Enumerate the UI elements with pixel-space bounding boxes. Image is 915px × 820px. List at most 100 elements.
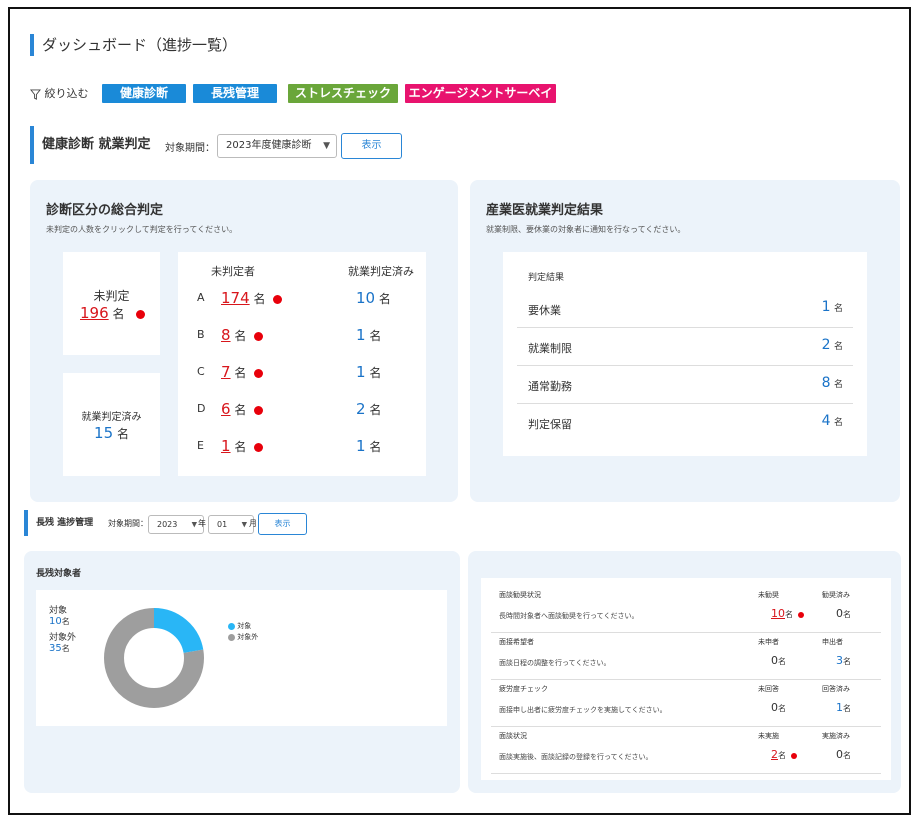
interview-row-title: 面談勧奨状況: [499, 591, 541, 599]
judged-summary-card: 就業判定済み 15 名: [63, 373, 160, 476]
grade-label: A: [197, 291, 205, 304]
health-section-title: 健康診断 就業判定: [30, 126, 151, 164]
unit-label: 名: [843, 751, 851, 760]
overtime-show-button[interactable]: 表示: [258, 513, 307, 535]
interview-col1-count[interactable]: 10: [771, 607, 785, 620]
alert-dot: [254, 369, 264, 378]
interview-col2-count: 0: [836, 607, 843, 620]
interview-row-title: 疲労度チェック: [499, 685, 548, 693]
legend-target: 対象: [228, 621, 251, 631]
judged-summary-label: 就業判定済み: [81, 412, 142, 423]
interview-col1-value: 0名: [771, 701, 786, 714]
other-label: 対象外: [49, 633, 77, 643]
interview-col1-count: 0: [771, 701, 778, 714]
unit-label: 名: [112, 307, 125, 321]
doctor-result-label: 通常勤務: [528, 380, 572, 393]
overall-judgement-subtitle: 未判定の人数をクリックして判定を行ってください。: [46, 225, 238, 234]
unit-label: 名: [833, 304, 843, 314]
overtime-targets-card: 対象 10名 対象外 35名 対象 対象外: [36, 590, 447, 726]
doctor-result-row: 就業制限 2 名: [517, 328, 853, 366]
interview-col2-header: 申出者: [822, 638, 843, 646]
interview-col1-header: 未回答: [758, 685, 779, 693]
interview-row: 面接希望者 面談日程の調整を行ってください。 未申者 申出者 0名 3名: [491, 633, 881, 680]
grade-unjudged-cell: 174 名: [221, 289, 283, 307]
interview-progress-card: 面談勧奨状況 長時間対象者へ面談勧奨を行ってください。 未勧奨 勧奨済み 10名 0名 面接…: [481, 578, 891, 780]
grade-row: D6 名2 名: [178, 400, 426, 420]
unit-label: 名: [234, 440, 247, 454]
grade-unjudged-count[interactable]: 7: [221, 363, 231, 381]
col-judged-header: 就業判定済み: [348, 265, 414, 278]
interview-col2-header: 勧奨済み: [822, 591, 850, 599]
grade-judged-count: 1: [356, 363, 366, 381]
interview-row-title: 面談状況: [499, 732, 527, 740]
legend-target-label: 対象: [237, 622, 252, 630]
chip-engagement-survey[interactable]: エンゲージメントサーベイ: [405, 84, 556, 103]
grade-unjudged-cell: 6 名: [221, 400, 264, 418]
grade-unjudged-cell: 1 名: [221, 437, 264, 455]
legend-dot-other: [228, 633, 235, 641]
month-value: 01: [217, 520, 228, 529]
unit-label: 名: [378, 292, 391, 306]
unit-label: 名: [778, 751, 786, 760]
target-label: 対象: [49, 606, 68, 616]
doctor-result-value: 4 名: [822, 413, 843, 429]
interview-row-title: 面接希望者: [499, 638, 534, 646]
doctor-result-row: 要休業 1 名: [517, 290, 853, 328]
year-value: 2023: [157, 520, 178, 529]
unit-label: 名: [369, 329, 382, 343]
dropdown-arrow-icon: ▼: [191, 520, 197, 528]
doctor-result-count: 2: [821, 337, 831, 353]
interview-col2-value: 1名: [836, 701, 851, 714]
alert-dot: [791, 752, 797, 759]
alert-dot: [254, 406, 264, 415]
unit-label: 名: [785, 610, 793, 619]
grade-unjudged-count[interactable]: 174: [221, 289, 250, 307]
health-show-button[interactable]: 表示: [341, 133, 402, 159]
interview-row: 面談状況 面談実施後、面談記録の登録を行ってください。 未実施 実施済み 2名 0名: [491, 727, 881, 774]
grade-unjudged-count[interactable]: 6: [221, 400, 231, 418]
interview-row-desc: 長時間対象者へ面談勧奨を行ってください。: [499, 612, 639, 620]
overall-judgement-title: 診断区分の総合判定: [46, 203, 164, 218]
overtime-section-title: 長残 進捗管理: [24, 510, 93, 536]
interview-col1-header: 未申者: [758, 638, 779, 646]
filter-label: 絞り込む: [44, 87, 89, 100]
chip-health-checkup[interactable]: 健康診断: [102, 84, 186, 103]
other-value: 35名: [49, 643, 70, 654]
chip-overtime[interactable]: 長残管理: [193, 84, 277, 103]
legend-other-label: 対象外: [237, 633, 259, 641]
unjudged-summary-card: 未判定 196 名: [63, 252, 160, 355]
interview-col2-count: 3: [836, 654, 843, 667]
grade-judged-cell: 1 名: [356, 437, 381, 455]
interview-col2-value: 3名: [836, 654, 851, 667]
chip-stress-check[interactable]: ストレスチェック: [288, 84, 398, 103]
interview-col2-count: 0: [836, 748, 843, 761]
doctor-result-value: 1 名: [822, 299, 843, 315]
unit-label: 名: [843, 704, 851, 713]
month-select[interactable]: 01 ▼: [208, 515, 254, 534]
month-suffix: 月: [249, 519, 257, 528]
grade-table-card: 未判定者 就業判定済み A 174 名 10 名B8 名1 名C7 名1 名D6 名…: [178, 252, 426, 476]
grade-label: C: [197, 365, 205, 378]
interview-col1-value: 0名: [771, 654, 786, 667]
interview-col1-count[interactable]: 2: [771, 748, 778, 761]
year-suffix: 年: [198, 519, 206, 528]
unit-label: 名: [778, 704, 786, 713]
health-period-select[interactable]: 2023年度健康診断 ▼: [217, 134, 337, 158]
grade-row: A 174 名 10 名: [178, 289, 426, 309]
overtime-targets-title: 長残対象者: [36, 569, 82, 579]
overtime-donut-chart: [104, 608, 204, 708]
grade-label: E: [197, 439, 204, 452]
grade-unjudged-count[interactable]: 8: [221, 326, 231, 344]
interview-col2-header: 実施済み: [822, 732, 850, 740]
doctor-result-label: 要休業: [528, 304, 561, 317]
doctor-result-value: 2 名: [822, 337, 843, 353]
filter-toggle[interactable]: 絞り込む: [29, 84, 89, 103]
interview-col1-header: 未勧奨: [758, 591, 779, 599]
grade-unjudged-count[interactable]: 1: [221, 437, 231, 455]
dropdown-arrow-icon: ▼: [241, 520, 247, 528]
doctor-result-value: 8 名: [822, 375, 843, 391]
judged-summary-value: 15 名: [63, 424, 160, 442]
unjudged-summary-count[interactable]: 196: [80, 304, 109, 322]
grade-judged-cell: 1 名: [356, 363, 381, 381]
year-select[interactable]: 2023 ▼: [148, 515, 204, 534]
